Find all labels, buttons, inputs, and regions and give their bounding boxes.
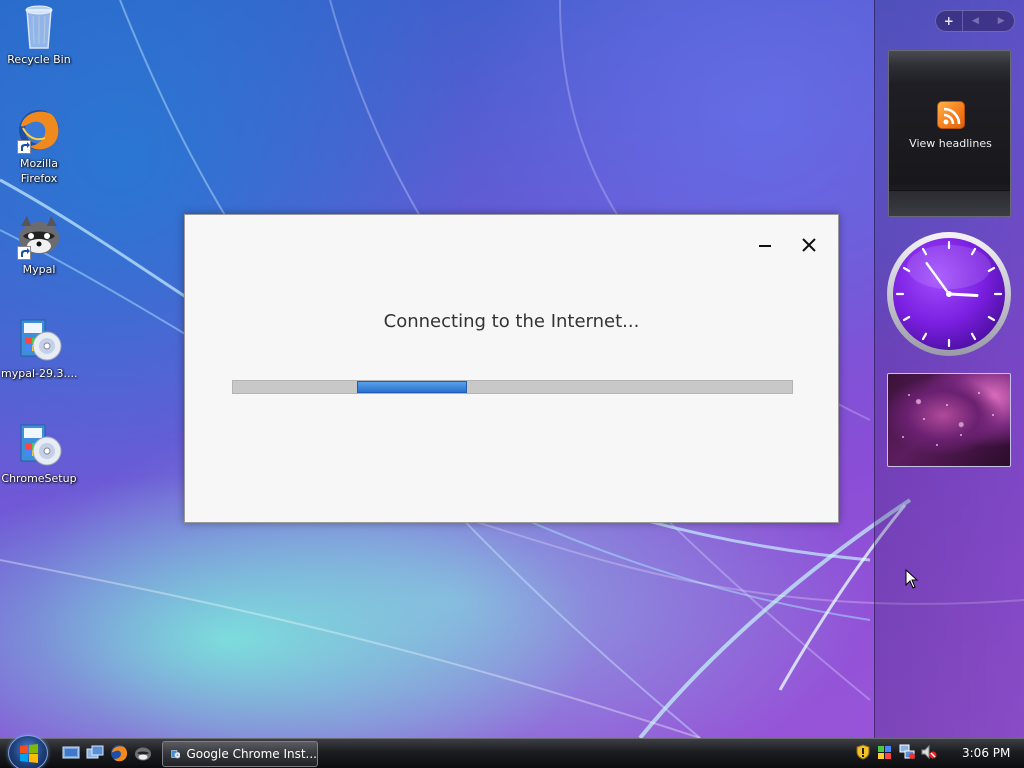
desktop-icon-label: Recycle Bin <box>7 53 71 66</box>
sidebar-controls: + ◀ ▶ <box>935 10 1015 32</box>
switch-windows-icon[interactable] <box>86 744 104 762</box>
setup-package-icon <box>15 316 63 364</box>
taskbar: Google Chrome Inst... 3:06 PM <box>0 735 1024 768</box>
taskbar-clock[interactable]: 3:06 PM <box>962 746 1010 760</box>
task-button-label: Google Chrome Inst... <box>186 747 317 761</box>
clock-hour-hand <box>947 292 979 297</box>
firefox-icon[interactable] <box>110 744 128 762</box>
gadget-bottom-bar <box>889 190 1010 216</box>
show-desktop-icon[interactable] <box>62 744 80 762</box>
shortcut-arrow-icon <box>17 246 31 260</box>
mypal-icon[interactable] <box>134 744 152 762</box>
volume-muted-icon[interactable] <box>921 744 937 760</box>
windows-logo-icon <box>20 744 38 763</box>
photo-speck <box>923 418 925 420</box>
slideshow-gadget[interactable] <box>887 373 1011 467</box>
dialog-status-text: Connecting to the Internet... <box>383 311 640 332</box>
desktop-icon-label: Mozilla Firefox <box>20 157 58 185</box>
photo-icon <box>888 374 1010 466</box>
photo-speck <box>978 392 980 394</box>
shortcut-arrow-icon <box>17 140 31 154</box>
minimize-button[interactable] <box>753 233 777 257</box>
security-alert-icon[interactable] <box>855 744 871 760</box>
desktop-icon-chromesetup[interactable]: ChromeSetup <box>1 421 77 486</box>
photo-speck <box>992 414 994 416</box>
close-icon <box>802 238 816 252</box>
photo-speck <box>902 436 904 438</box>
taskbar-button-chrome-installer[interactable]: Google Chrome Inst... <box>162 741 318 767</box>
desktop-icon-label: Mypal <box>22 263 56 276</box>
clock-icon <box>887 232 1011 356</box>
desktop-icon-label: ChromeSetup <box>1 472 77 485</box>
chrome-installer-dialog: Connecting to the Internet... <box>184 214 839 523</box>
notification-area <box>855 744 937 760</box>
gadget-top-bar <box>889 51 1010 67</box>
desktop-icon-recycle-bin[interactable]: Recycle Bin <box>1 2 77 67</box>
desktop-icon-mypal-setup[interactable]: mypal-29.3.... <box>1 316 77 381</box>
network-icon[interactable] <box>899 744 915 760</box>
close-button[interactable] <box>797 233 821 257</box>
windows-update-icon[interactable] <box>877 744 893 760</box>
add-gadget-button[interactable]: + <box>936 11 963 31</box>
setup-package-icon <box>15 421 63 469</box>
progress-bar <box>232 380 793 394</box>
photo-speck <box>960 434 962 436</box>
feed-headlines-gadget[interactable]: View headlines <box>888 50 1011 217</box>
chrome-installer-icon <box>171 750 181 759</box>
previous-page-button[interactable]: ◀ <box>963 11 989 31</box>
start-button[interactable] <box>8 735 48 768</box>
rss-icon <box>937 101 965 129</box>
photo-speck <box>908 394 910 396</box>
mouse-cursor-icon <box>905 568 919 592</box>
firefox-icon <box>15 106 63 154</box>
next-page-button[interactable]: ▶ <box>988 11 1014 31</box>
progress-indicator <box>357 381 467 393</box>
clock-gadget[interactable] <box>886 231 1012 357</box>
minimize-icon <box>759 245 771 247</box>
mypal-icon <box>15 212 63 260</box>
photo-speck <box>936 444 938 446</box>
view-headlines-link[interactable]: View headlines <box>889 137 1012 150</box>
desktop-icon-mypal[interactable]: Mypal <box>1 212 77 277</box>
quick-launch-toolbar <box>62 744 152 762</box>
recycle-bin-icon <box>15 2 63 50</box>
desktop-icon-label: mypal-29.3.... <box>1 367 78 380</box>
photo-speck <box>946 404 948 406</box>
desktop-icon-firefox[interactable]: Mozilla Firefox <box>1 106 77 186</box>
